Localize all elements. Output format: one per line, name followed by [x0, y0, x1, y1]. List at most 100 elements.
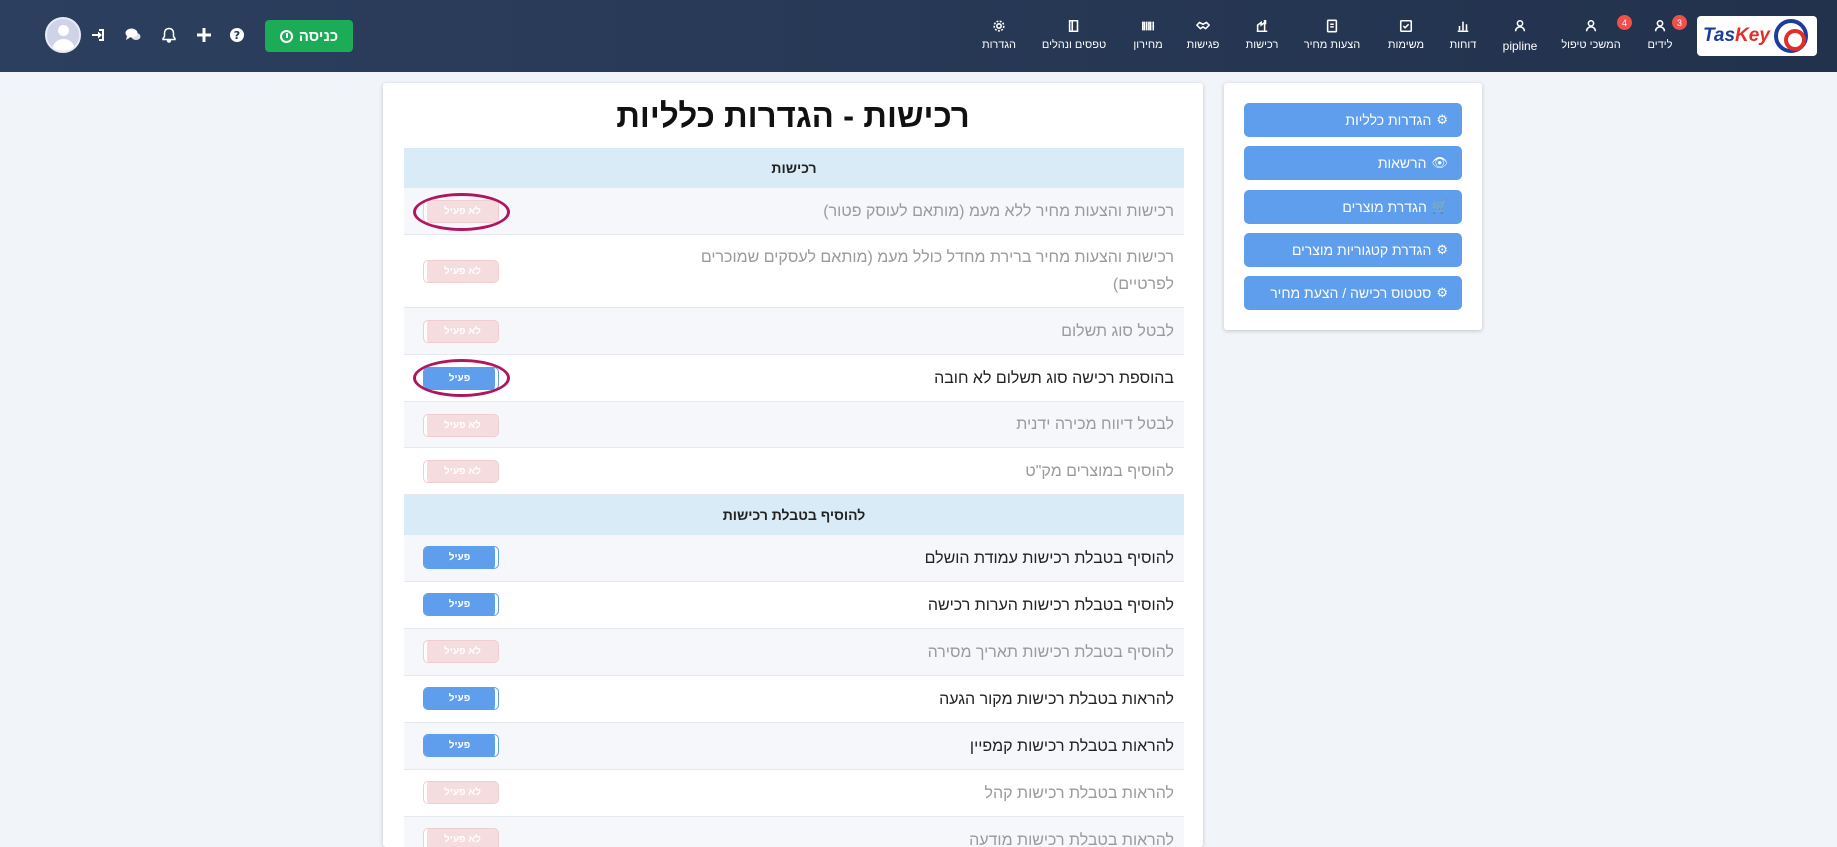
setting-row: להוסיף במוצרים מק"ט לא פעיל	[404, 448, 1184, 495]
nav-followups[interactable]: המשכי טיפול 4	[1558, 15, 1632, 58]
setting-row: להוסיף בטבלת רכישות עמודת הושלם פעיל	[404, 535, 1184, 582]
nav-reports[interactable]: דוחות	[1447, 18, 1479, 58]
logo-text-accent: Key	[1735, 25, 1770, 46]
chat-icon[interactable]	[123, 25, 143, 45]
gear-icon: ⚙	[1436, 285, 1448, 300]
user-icon	[1652, 18, 1668, 34]
setting-toggle[interactable]: לא פעיל	[423, 460, 499, 483]
side-btn-general-settings[interactable]: ⚙ הגדרות כלליות	[1244, 103, 1462, 137]
clock-icon	[279, 29, 293, 43]
setting-row: להראות בטבלת רכישות קהל לא פעיל	[404, 770, 1184, 817]
setting-row: רכישות והצעות מחיר ללא מעמ (מותאם לעוסק …	[404, 188, 1184, 235]
nav-quotes[interactable]: הצעות מחיר	[1302, 18, 1362, 58]
document-icon	[1324, 18, 1340, 34]
enter-button-label: כניסה	[298, 27, 339, 45]
help-icon[interactable]: ?	[227, 25, 247, 45]
setting-label: לבטל דיווח מכירה ידנית	[1016, 416, 1174, 433]
nav-label: דוחות	[1449, 39, 1477, 51]
nav-label: משימות	[1387, 39, 1425, 51]
nav-forms[interactable]: טפסים ונהלים	[1040, 18, 1108, 58]
user-icon	[1512, 18, 1528, 34]
setting-toggle[interactable]: לא פעיל	[423, 260, 499, 283]
setting-row: רכישות והצעות מחיר ברירת מחדל כולל מעמ (…	[404, 235, 1184, 308]
setting-toggle[interactable]: פעיל	[423, 546, 499, 569]
gear-icon	[991, 18, 1007, 34]
nav-label: הגדרות	[981, 39, 1017, 51]
setting-label: להראות בטבלת רכישות מודעה	[969, 831, 1174, 847]
side-btn-label: הגדרות כלליות	[1345, 112, 1432, 128]
purchase-icon	[1254, 18, 1270, 34]
setting-row: לבטל סוג תשלום לא פעיל	[404, 308, 1184, 355]
taskey-logo[interactable]: TasKey	[1697, 16, 1817, 56]
setting-label: להראות בטבלת רכישות קמפיין	[969, 737, 1174, 755]
setting-toggle[interactable]: לא פעיל	[423, 320, 499, 343]
nav-label: מחירון	[1133, 39, 1163, 51]
side-btn-label: הגדרת קטגוריות מוצרים	[1291, 242, 1432, 258]
gear-icon: ⚙	[1436, 112, 1448, 127]
side-btn-product-categories[interactable]: ⚙ הגדרת קטגוריות מוצרים	[1244, 233, 1462, 267]
checkbox-icon	[1398, 18, 1414, 34]
nav-tasks[interactable]: משימות	[1386, 18, 1426, 58]
purchase-settings-card: רכישות - הגדרות כלליות רכישות רכישות והצ…	[383, 83, 1203, 847]
notification-badge: 4	[1617, 15, 1632, 30]
chart-icon	[1455, 18, 1471, 34]
user-avatar[interactable]	[45, 17, 81, 53]
page-title: רכישות - הגדרות כלליות	[616, 97, 970, 134]
nav-leads[interactable]: לידים 3	[1645, 15, 1687, 58]
enter-button[interactable]: כניסה	[265, 20, 353, 52]
highlight-circle	[413, 193, 510, 231]
setting-toggle[interactable]: פעיל	[423, 734, 499, 757]
nav-settings[interactable]: הגדרות	[981, 18, 1017, 58]
setting-label: להוסיף במוצרים מק"ט	[1025, 462, 1174, 480]
highlight-circle	[413, 359, 510, 397]
nav-label: לידים	[1647, 39, 1673, 51]
book-icon	[1066, 18, 1082, 34]
login-icon[interactable]	[88, 25, 108, 45]
setting-label: בהוספת רכישה סוג תשלום לא חובה	[934, 369, 1174, 387]
setting-label: להוסיף בטבלת רכישות הערות רכישה	[927, 596, 1174, 614]
nav-pricelist[interactable]: מחירון	[1131, 18, 1165, 58]
setting-toggle[interactable]: פעיל	[423, 593, 499, 616]
nav-label: המשכי טיפול	[1561, 39, 1621, 51]
nav-label: טפסים ונהלים	[1041, 39, 1107, 51]
setting-row: בהוספת רכישה סוג תשלום לא חובה פעיל	[404, 355, 1184, 402]
eye-slash-icon: 👁	[1431, 155, 1448, 170]
setting-row: להראות בטבלת רכישות מודעה לא פעיל	[404, 817, 1184, 847]
nav-pipeline[interactable]: pipline	[1500, 18, 1540, 58]
handshake-icon	[1195, 18, 1211, 34]
nav-label: הצעות מחיר	[1303, 39, 1361, 51]
setting-toggle[interactable]: פעיל	[423, 687, 499, 710]
side-btn-purchase-status[interactable]: ⚙ סטטוס רכישה / הצעת מחיר	[1244, 276, 1462, 310]
nav-meetings[interactable]: פגישות	[1186, 18, 1220, 58]
setting-label: להוסיף בטבלת רכישות תאריך מסירה	[927, 643, 1174, 661]
nav-label: פגישות	[1186, 39, 1220, 51]
side-btn-label: סטטוס רכישה / הצעת מחיר	[1270, 285, 1432, 301]
cart-icon: 🛒	[1431, 199, 1448, 214]
side-btn-products[interactable]: 🛒 הגדרת מוצרים	[1244, 190, 1462, 224]
setting-row: להוסיף בטבלת רכישות תאריך מסירה לא פעיל	[404, 629, 1184, 676]
setting-toggle[interactable]: לא פעיל	[423, 414, 499, 437]
setting-label: להוסיף בטבלת רכישות עמודת הושלם	[924, 549, 1174, 567]
plus-icon[interactable]	[194, 25, 214, 45]
barcode-icon	[1140, 18, 1156, 34]
section-header: להוסיף בטבלת רכישות	[404, 495, 1184, 535]
gear-icon: ⚙	[1436, 242, 1448, 257]
setting-label: להראות בטבלת רכישות קהל	[984, 784, 1174, 802]
bell-icon[interactable]	[159, 25, 179, 45]
side-btn-label: הרשאות	[1377, 155, 1427, 171]
side-btn-permissions[interactable]: 👁 הרשאות	[1244, 146, 1462, 180]
setting-toggle[interactable]: לא פעיל	[423, 640, 499, 663]
nav-purchases[interactable]: רכישות	[1243, 18, 1281, 58]
setting-label: לבטל סוג תשלום	[1061, 322, 1174, 340]
side-btn-label: הגדרת מוצרים	[1342, 199, 1427, 215]
setting-row: להראות בטבלת רכישות מקור הגעה פעיל	[404, 676, 1184, 723]
notification-badge: 3	[1672, 15, 1687, 30]
user-icon	[1583, 18, 1599, 34]
nav-label: רכישות	[1245, 39, 1279, 51]
settings-side-menu: ⚙ הגדרות כלליות 👁 הרשאות 🛒 הגדרת מוצרים …	[1224, 83, 1482, 330]
setting-row: לבטל דיווח מכירה ידנית לא פעיל	[404, 402, 1184, 448]
setting-toggle[interactable]: לא פעיל	[423, 828, 499, 847]
svg-text:?: ?	[234, 29, 240, 42]
setting-toggle[interactable]: לא פעיל	[423, 781, 499, 804]
nav-label: pipline	[1502, 39, 1538, 53]
